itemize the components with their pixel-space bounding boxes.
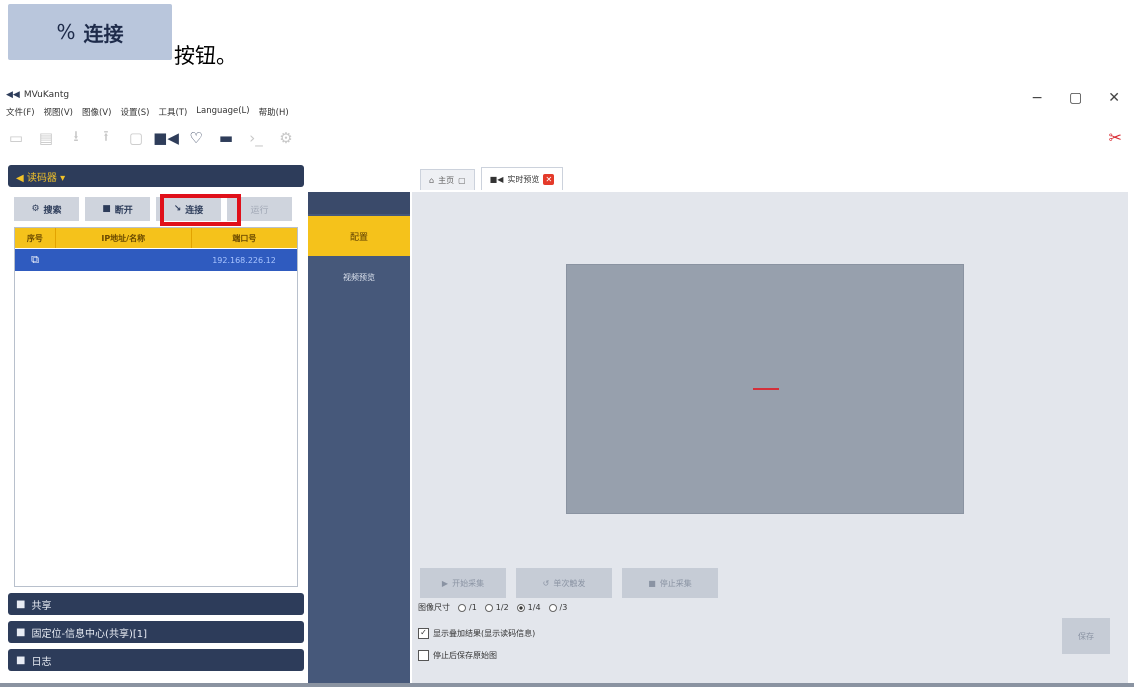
connect-button-preview: % 连接 xyxy=(8,4,172,60)
close-icon[interactable]: ✕ xyxy=(543,173,555,185)
device-port: 192.168.226.12 xyxy=(212,255,276,265)
app-logo-icon: ◀◀ xyxy=(6,90,20,100)
menu-tools[interactable]: 工具(T) xyxy=(158,106,187,118)
menu-help[interactable]: 帮助(H) xyxy=(259,106,289,118)
content-area: ▶ 开始采集 ↺ 单次触发 ■ 停止采集 图像尺寸 /1 1/2 1/4 /3 … xyxy=(412,192,1128,685)
image-size-label: 图像尺寸 xyxy=(418,603,450,612)
play-icon: ▶ xyxy=(441,578,449,588)
disconnect-button[interactable]: ■ 断开 xyxy=(85,197,150,221)
radio-icon xyxy=(548,603,557,612)
highlight-box xyxy=(160,194,241,226)
device-list-header: 序号 IP地址/名称 端口号 xyxy=(15,228,297,248)
app-title: ◀◀ MVuKantg xyxy=(6,90,69,100)
window-icon[interactable]: ▬ xyxy=(216,128,236,148)
nav-item-video-preview[interactable]: 视频预览 xyxy=(308,262,410,292)
disconnect-link-icon[interactable]: ✂ xyxy=(1109,128,1122,147)
save-raw-checkbox-row[interactable]: 停止后保存原始图 xyxy=(418,650,497,661)
menu-file[interactable]: 文件(F) xyxy=(6,106,35,118)
image-preview xyxy=(566,264,964,514)
capture-controls: ▶ 开始采集 ↺ 单次触发 ■ 停止采集 xyxy=(420,568,718,598)
panel-icon: ■ xyxy=(16,626,26,638)
gear-icon: ⚙ xyxy=(31,204,40,214)
tab-live-preview[interactable]: ■◀ 实时预览 ✕ xyxy=(480,167,564,190)
stop-capture-button[interactable]: ■ 停止采集 xyxy=(622,568,718,598)
trigger-icon: ↺ xyxy=(542,578,550,588)
menu-language[interactable]: Language(L) xyxy=(196,106,249,118)
menu-bar: 文件(F) 视图(V) 图像(V) 设置(S) 工具(T) Language(L… xyxy=(6,106,289,118)
menu-image[interactable]: 图像(V) xyxy=(82,106,111,118)
size-option-4[interactable]: /3 xyxy=(548,603,567,612)
tab-home[interactable]: ⌂ 主页 ▢ xyxy=(420,169,475,190)
maximize-button[interactable]: ▢ xyxy=(1069,90,1082,106)
link-icon: % xyxy=(56,20,76,44)
toolbar: ▭ ▤ ⭳ ⭱ ▢ ■◀ ♡ ▬ ›_ ⚙ xyxy=(6,122,1128,154)
export-icon[interactable]: ⭱ xyxy=(96,127,116,148)
reader-icon: ◀ xyxy=(16,173,24,184)
home-icon: ⌂ xyxy=(429,175,435,185)
overlay-checkbox-row[interactable]: ✓ 显示叠加结果(显示读码信息) xyxy=(418,628,535,639)
section-shared[interactable]: ■ 共享 xyxy=(8,593,304,615)
radio-icon xyxy=(458,603,466,612)
terminal-icon[interactable]: ›_ xyxy=(246,128,266,148)
panel-icon: ■ xyxy=(16,598,26,610)
save-icon[interactable]: ▤ xyxy=(36,128,56,148)
camera-icon[interactable]: ■◀ xyxy=(153,128,179,148)
checkbox-unchecked[interactable] xyxy=(418,650,429,661)
panel-icon: ■ xyxy=(16,654,26,666)
image-size-options: 图像尺寸 /1 1/2 1/4 /3 xyxy=(418,602,567,613)
bulb-icon[interactable]: ♡ xyxy=(186,128,206,148)
stop-icon: ■ xyxy=(648,578,656,588)
import-icon[interactable]: ⭳ xyxy=(66,127,86,148)
menu-view[interactable]: 视图(V) xyxy=(44,106,73,118)
status-strip xyxy=(0,683,1134,687)
device-list: 序号 IP地址/名称 端口号 ⧉ 192.168.226.12 xyxy=(14,227,298,587)
size-option-1[interactable]: /1 xyxy=(458,603,477,612)
checkbox-checked[interactable]: ✓ xyxy=(418,628,429,639)
search-device-button[interactable]: ⚙ 搜索 xyxy=(14,197,79,221)
open-icon[interactable]: ▭ xyxy=(6,128,26,148)
connect-button-label: 连接 xyxy=(83,21,124,46)
tab-strip: ⌂ 主页 ▢ ■◀ 实时预览 ✕ xyxy=(420,167,564,190)
frame-icon[interactable]: ▢ xyxy=(126,128,146,148)
app-title-text: MVuKantg xyxy=(23,90,70,100)
single-trigger-button[interactable]: ↺ 单次触发 xyxy=(516,568,612,598)
size-option-2[interactable]: 1/2 xyxy=(484,603,509,612)
size-option-3[interactable]: 1/4 xyxy=(516,603,541,612)
instruction-text: 按钮。 xyxy=(174,44,237,68)
radio-icon xyxy=(484,603,493,612)
col-port[interactable]: 端口号 xyxy=(192,228,297,248)
tab-close-icon[interactable]: ▢ xyxy=(458,176,466,185)
settings-gear-icon[interactable]: ⚙ xyxy=(276,128,296,148)
section-log[interactable]: ■ 日志 xyxy=(8,649,304,671)
save-button[interactable]: 保存 xyxy=(1062,618,1110,654)
table-row[interactable]: ⧉ 192.168.226.12 xyxy=(15,249,297,271)
device-toolbar: ⚙ 搜索 ■ 断开 ↘ 连接 运行 xyxy=(14,197,298,221)
start-capture-button[interactable]: ▶ 开始采集 xyxy=(420,568,506,598)
crosshair-mark xyxy=(753,388,779,390)
connected-icon: ⧉ xyxy=(31,253,39,266)
section-fixed-info[interactable]: ■ 固定位-信息中心(共享)[1] xyxy=(8,621,304,643)
radio-selected-icon xyxy=(516,603,525,612)
camera-icon: ■◀ xyxy=(489,174,504,184)
close-button[interactable]: ✕ xyxy=(1108,90,1120,106)
minimize-button[interactable]: − xyxy=(1031,90,1043,106)
nav-column: 配置 视频预览 xyxy=(308,192,410,685)
window-controls: − ▢ ✕ xyxy=(1031,90,1120,106)
col-name[interactable]: IP地址/名称 xyxy=(56,228,192,248)
nav-item-config[interactable]: 配置 xyxy=(308,216,410,256)
device-panel-header[interactable]: ◀ 读码器 ▾ xyxy=(8,165,304,187)
nav-top-bar xyxy=(308,192,410,214)
device-panel: ◀ 读码器 ▾ ⚙ 搜索 ■ 断开 ↘ 连接 运行 序号 IP地址/名称 端口号… xyxy=(8,165,304,685)
stop-icon: ■ xyxy=(102,204,111,214)
menu-settings[interactable]: 设置(S) xyxy=(120,106,149,118)
col-index[interactable]: 序号 xyxy=(15,228,56,248)
